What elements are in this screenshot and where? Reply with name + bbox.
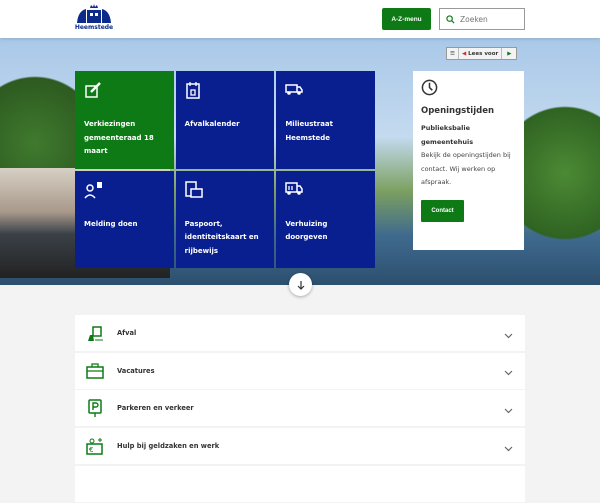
speaker-icon: ◀ (461, 50, 467, 57)
contact-button[interactable]: Contact (421, 199, 464, 222)
menu-icon[interactable]: ☰ (447, 48, 459, 59)
opening-hours-card: Openingstijden Publieksbalie gemeentehui… (413, 71, 524, 250)
topic-accordion: Afval Vacatures Parkeren en verkeer € Hu… (75, 315, 525, 503)
play-icon[interactable]: ▶ (502, 48, 516, 59)
search-icon (446, 14, 455, 24)
waste-icon (85, 324, 105, 342)
scroll-down-button[interactable] (289, 273, 312, 296)
id-card-icon (184, 180, 266, 203)
ballot-icon (84, 81, 165, 103)
opening-hours-subtitle: Publieksbalie gemeentehuis (421, 124, 474, 146)
chevron-down-icon (504, 361, 513, 380)
chevron-down-icon (504, 324, 513, 343)
svg-text:€: € (89, 446, 93, 454)
search-input[interactable] (460, 14, 520, 24)
chevron-down-icon (504, 437, 513, 456)
opening-hours-title: Openingstijden (421, 106, 495, 116)
coat-of-arms-icon (77, 4, 111, 23)
wallet-euro-icon: € (85, 437, 105, 455)
moving-truck-icon (285, 181, 366, 203)
arrow-down-icon (297, 280, 304, 290)
truck-icon (285, 81, 366, 103)
site-header: Heemstede A-Z-menu (0, 0, 600, 38)
calendar-icon (185, 81, 266, 103)
accordion-item-parkeren[interactable]: Parkeren en verkeer (75, 390, 525, 427)
tile-verkiezingen[interactable]: Verkiezingen gemeenteraad 18 maart (75, 71, 174, 169)
tile-milieustraat[interactable]: Milieustraat Heemstede (276, 71, 375, 169)
tile-afvalkalender[interactable]: Afvalkalender (175, 71, 275, 169)
chevron-down-icon (504, 399, 513, 418)
az-menu-button[interactable]: A-Z-menu (382, 8, 431, 30)
tile-verhuizing[interactable]: Verhuizing doorgeven (276, 170, 375, 268)
accordion-item-partial[interactable] (75, 465, 525, 502)
logo[interactable]: Heemstede (74, 3, 114, 36)
parking-icon (85, 399, 105, 418)
accordion-item-vacatures[interactable]: Vacatures (75, 352, 525, 389)
search-box[interactable] (439, 8, 525, 30)
tile-melding[interactable]: Melding doen (75, 170, 174, 268)
read-aloud-button[interactable]: ◀ Lees voor (459, 48, 503, 59)
accordion-item-geldzaken[interactable]: € Hulp bij geldzaken en werk (75, 428, 525, 465)
clock-icon (421, 79, 438, 96)
briefcase-icon (85, 363, 105, 379)
logo-text: Heemstede (74, 24, 114, 31)
accordion-item-afval[interactable]: Afval (75, 315, 525, 351)
readspeaker-bar: ☰ ◀ Lees voor ▶ (446, 47, 518, 60)
person-alert-icon (84, 181, 165, 203)
opening-hours-text: Bekijk de openingstijden bij contact. Wi… (421, 151, 511, 186)
tile-paspoort[interactable]: Paspoort, identiteitskaart en rijbewijs (175, 170, 275, 268)
quick-links: Verkiezingen gemeenteraad 18 maart Afval… (75, 71, 375, 268)
